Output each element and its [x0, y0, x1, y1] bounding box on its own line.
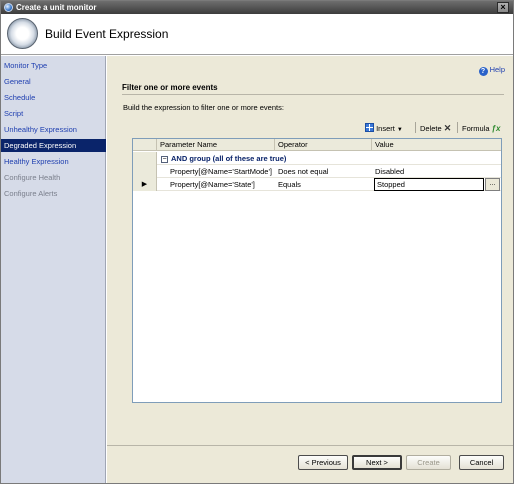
section-divider — [122, 94, 504, 95]
section-title: Filter one or more events — [122, 83, 218, 92]
sidebar-item-unhealthy-expression[interactable]: Unhealthy Expression — [1, 123, 106, 136]
sidebar-item-schedule[interactable]: Schedule — [1, 91, 106, 104]
chevron-down-icon[interactable]: ▼ — [397, 127, 403, 133]
column-header-operator[interactable]: Operator — [275, 139, 372, 151]
sidebar-item-script[interactable]: Script — [1, 107, 106, 120]
sidebar-item-general[interactable]: General — [1, 75, 106, 88]
monitor-app-icon — [4, 3, 13, 12]
title-bar[interactable]: Create a unit monitor × — [1, 1, 513, 14]
column-header-value[interactable]: Value — [372, 139, 501, 151]
window-title: Create a unit monitor — [16, 3, 97, 12]
expression-grid[interactable]: Parameter Name Operator Value − AND group… — [132, 138, 502, 403]
row-selector[interactable] — [133, 165, 157, 178]
insert-button[interactable]: Insert ▼ — [365, 122, 403, 135]
sidebar-item-monitor-type[interactable]: Monitor Type — [1, 59, 106, 72]
table-row[interactable]: Property[@Name='StartMode'] Does not equ… — [133, 165, 501, 178]
next-button[interactable]: Next > — [352, 455, 402, 470]
grid-header: Parameter Name Operator Value — [133, 139, 501, 151]
insert-icon — [365, 123, 374, 132]
previous-button[interactable]: < Previous — [298, 455, 348, 470]
column-header-parameter[interactable]: Parameter Name — [157, 139, 275, 151]
formula-label: Formula — [462, 124, 490, 133]
wizard-orb-icon — [7, 18, 38, 49]
footer-divider — [107, 445, 513, 446]
delete-label: Delete — [420, 124, 442, 133]
wizard-header: Build Event Expression — [1, 14, 513, 55]
description-text: Build the expression to filter one or mo… — [123, 103, 284, 112]
insert-label: Insert — [376, 124, 395, 133]
value-cell[interactable]: Disabled — [372, 165, 501, 178]
row-selector[interactable] — [133, 152, 157, 165]
page-title: Build Event Expression — [45, 27, 169, 41]
help-link[interactable]: ? Help — [478, 65, 505, 76]
grid-header-selector — [133, 139, 157, 151]
current-row-indicator[interactable]: ▶ — [133, 178, 157, 191]
wizard-sidebar: Monitor Type General Schedule Script Unh… — [1, 56, 106, 483]
create-button: Create — [406, 455, 451, 470]
sidebar-item-healthy-expression[interactable]: Healthy Expression — [1, 155, 106, 168]
expression-toolbar: Insert ▼ Delete ✕ Formula ƒx — [365, 122, 507, 135]
group-label[interactable]: − AND group (all of these are true) — [161, 152, 286, 165]
close-button[interactable]: × — [497, 2, 509, 13]
operator-cell[interactable]: Equals — [275, 178, 372, 191]
main-panel: ? Help Filter one or more events Build th… — [107, 56, 513, 483]
group-row[interactable]: − AND group (all of these are true) — [133, 152, 501, 165]
formula-fx-icon: ƒx — [491, 124, 501, 133]
delete-button[interactable]: Delete ✕ — [420, 122, 451, 135]
parameter-cell[interactable]: Property[@Name='State'] — [167, 178, 275, 191]
ellipsis-button[interactable]: ... — [485, 178, 500, 191]
toolbar-separator — [415, 122, 416, 135]
table-row[interactable]: ▶ Property[@Name='State'] Equals Stopped… — [133, 178, 501, 191]
formula-button[interactable]: Formula ƒx — [462, 122, 500, 135]
help-label: Help — [489, 65, 505, 74]
help-icon: ? — [478, 67, 488, 76]
delete-x-icon: ✕ — [443, 123, 452, 133]
operator-cell[interactable]: Does not equal — [275, 165, 372, 178]
group-label-text: AND group (all of these are true) — [171, 154, 287, 163]
sidebar-item-degraded-expression[interactable]: Degraded Expression — [1, 139, 106, 152]
parameter-cell[interactable]: Property[@Name='StartMode'] — [167, 165, 275, 178]
collapse-minus-icon[interactable]: − — [161, 156, 168, 163]
sidebar-item-configure-alerts: Configure Alerts — [4, 189, 58, 198]
value-edit-field[interactable]: Stopped — [374, 178, 484, 191]
cancel-button[interactable]: Cancel — [459, 455, 504, 470]
sidebar-item-configure-health: Configure Health — [4, 173, 61, 182]
toolbar-separator — [457, 122, 458, 135]
dialog-window: Create a unit monitor × Build Event Expr… — [0, 0, 514, 484]
